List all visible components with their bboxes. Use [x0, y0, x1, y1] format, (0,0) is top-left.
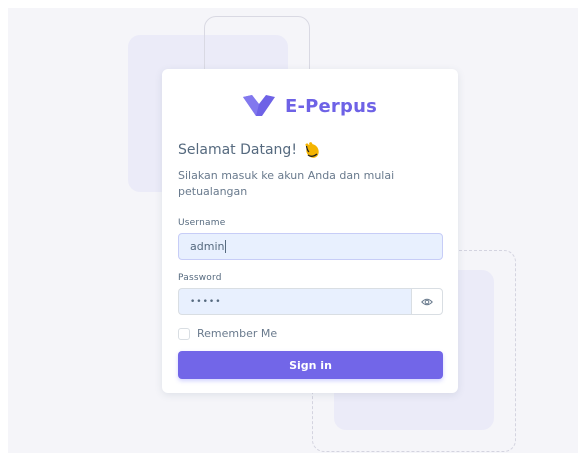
brand-header: E-Perpus: [162, 93, 458, 119]
username-label: Username: [178, 218, 226, 228]
username-input[interactable]: admin: [178, 233, 443, 260]
waving-hand-icon: [305, 142, 319, 158]
password-input[interactable]: •••••: [178, 288, 411, 315]
eye-icon: [421, 298, 433, 305]
welcome-subtitle: Silakan masuk ke akun Anda dan mulai pet…: [178, 169, 395, 198]
password-value: •••••: [190, 296, 222, 307]
toggle-password-visibility-button[interactable]: [411, 288, 443, 315]
brand-name: E-Perpus: [284, 95, 378, 117]
login-card: E-Perpus Selamat Datang! Silakan masuk k…: [162, 69, 458, 393]
sign-in-button[interactable]: Sign in: [178, 351, 443, 379]
password-label: Password: [178, 273, 222, 283]
e-perpus-logo-icon: [242, 95, 275, 116]
welcome-title-text: Selamat Datang!: [178, 142, 297, 158]
remember-me-checkbox[interactable]: [178, 327, 190, 340]
username-value: admin: [190, 240, 225, 253]
welcome-title: Selamat Datang!: [178, 141, 321, 159]
text-caret: [225, 240, 227, 253]
remember-me-label[interactable]: Remember Me: [197, 327, 277, 340]
remember-me-row[interactable]: Remember Me: [178, 327, 277, 340]
